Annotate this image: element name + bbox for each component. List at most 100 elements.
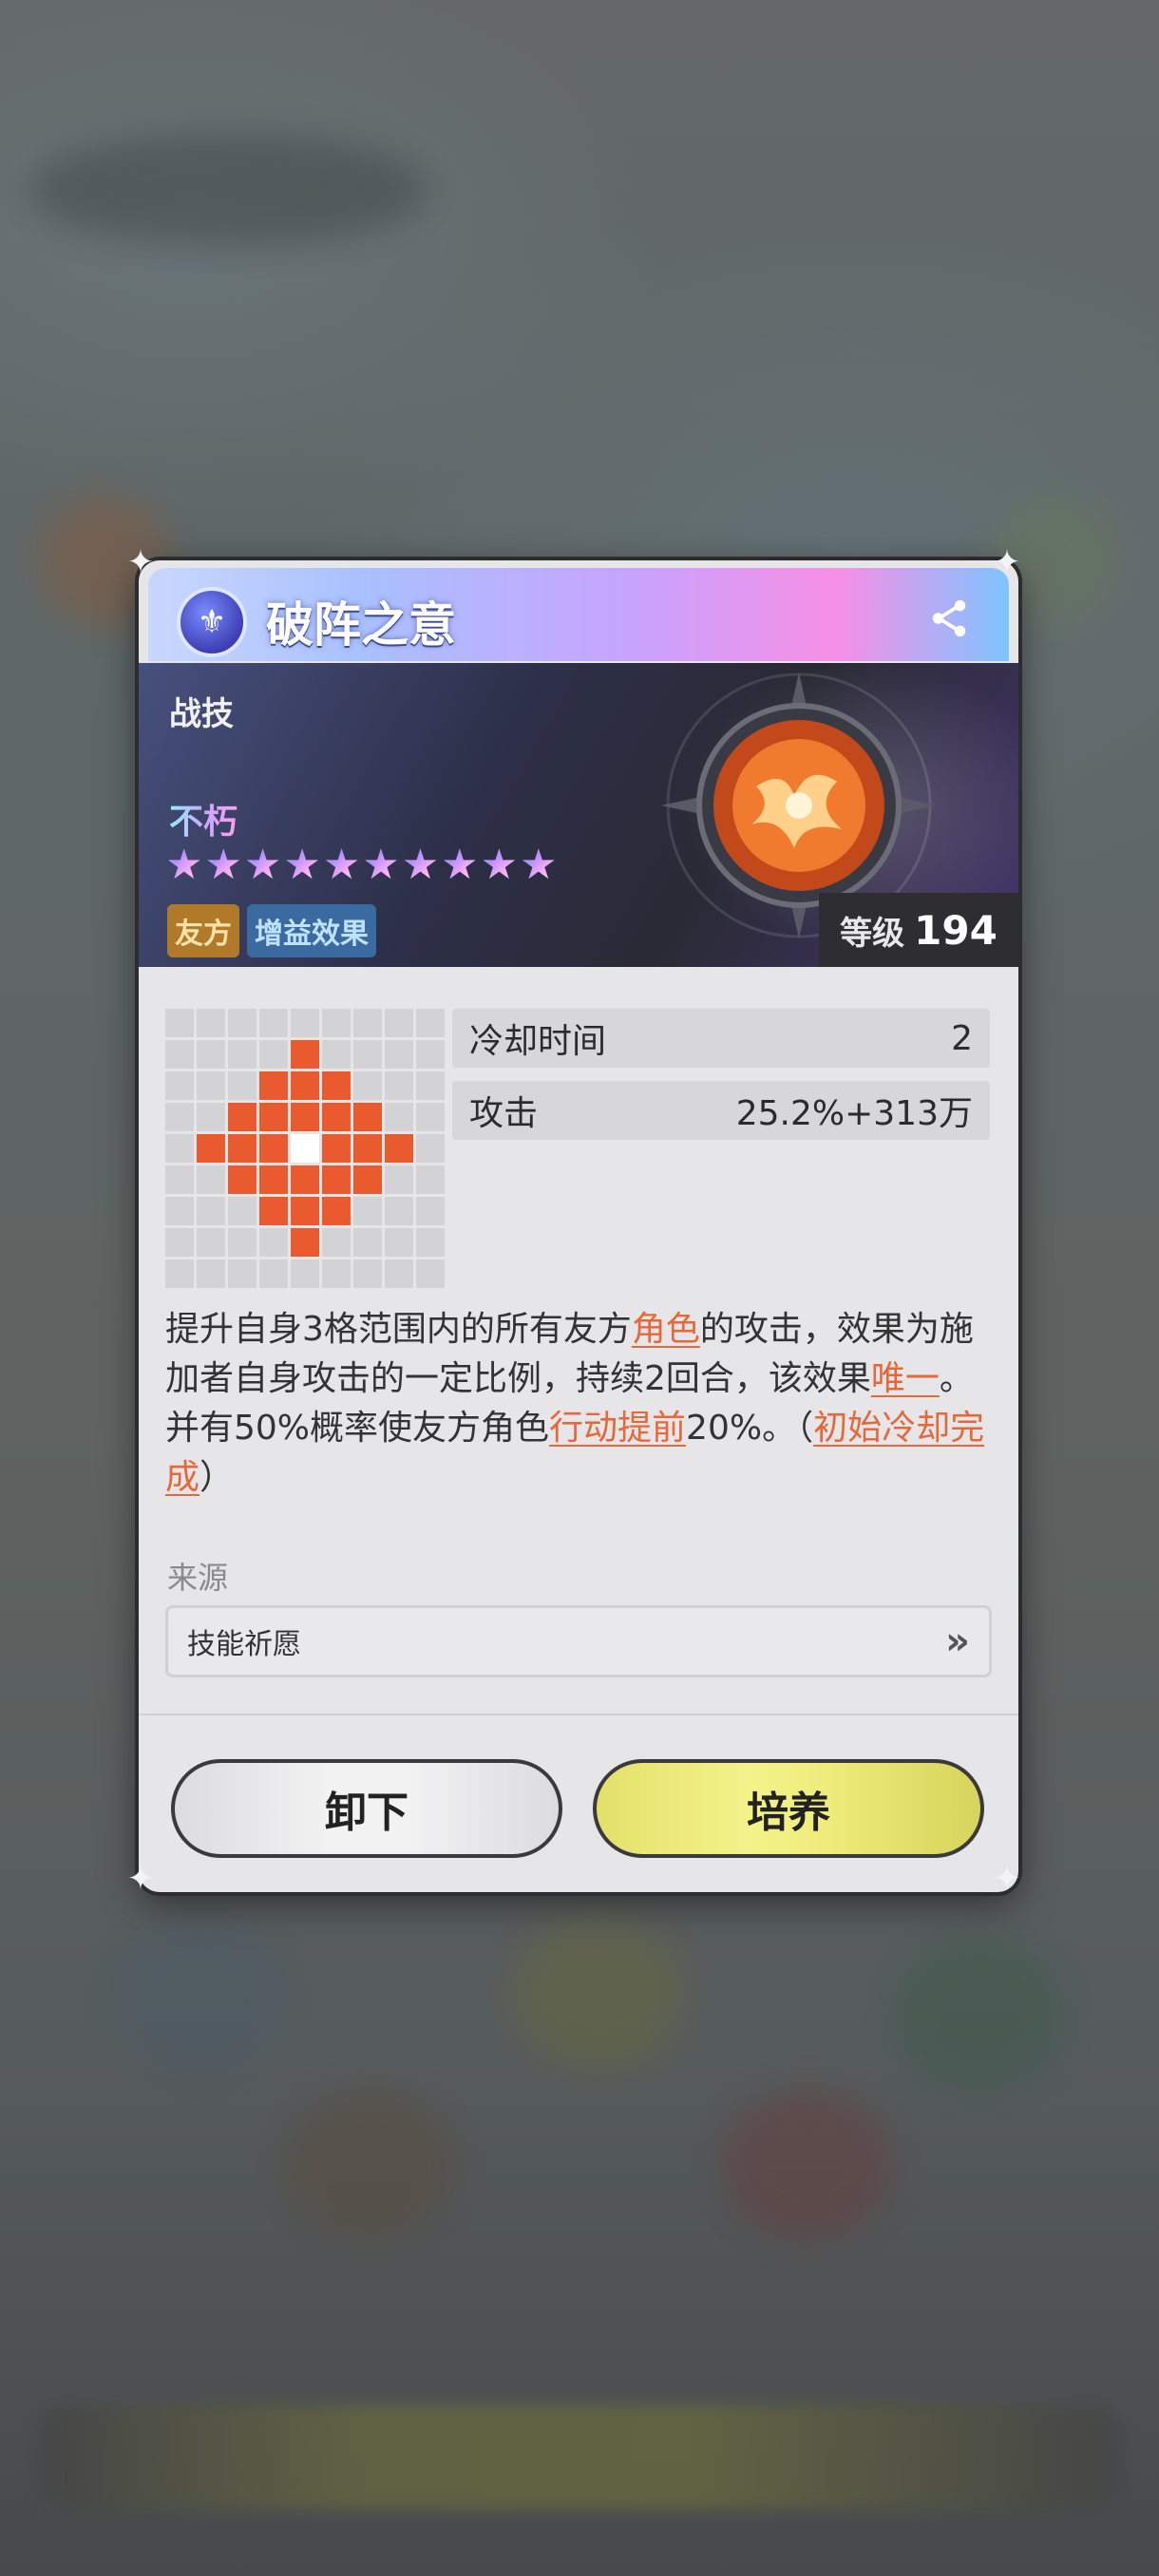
range-cell (259, 1228, 288, 1257)
range-cell (385, 1040, 413, 1069)
range-cell (165, 1071, 194, 1100)
star-icon: ★ (520, 841, 558, 889)
skill-header-panel: 战技 不朽 ★ ★ ★ ★ ★ ★ ★ ★ ★ ★ 友方 增益效果 等级 194 (139, 663, 1018, 967)
star-icon: ★ (401, 841, 440, 889)
range-cell (197, 1260, 225, 1288)
range-cell (322, 1260, 351, 1288)
range-cell-active (322, 1134, 351, 1163)
range-cell-active (291, 1103, 319, 1131)
range-cell-active (259, 1165, 288, 1194)
star-icon: ★ (441, 841, 479, 889)
train-button[interactable]: 培养 (593, 1759, 984, 1858)
skill-description: 提升自身3格范围内的所有友方角色的攻击，效果为施加者自身攻击的一定比例，持续2回… (165, 1310, 985, 1497)
range-cell (322, 1228, 351, 1257)
range-cell (322, 1040, 351, 1069)
tag-buff: 增益效果 (247, 904, 376, 957)
range-cell-active (291, 1197, 319, 1225)
range-cell (385, 1165, 413, 1194)
source-entry[interactable]: 技能祈愿 » (165, 1605, 992, 1677)
range-cell-self (291, 1134, 319, 1163)
skill-rarity: 不朽 (169, 794, 238, 843)
skill-tags: 友方 增益效果 (167, 904, 376, 957)
corner-ornament-icon: ✦ (126, 543, 155, 581)
range-cell (416, 1165, 445, 1194)
range-cell-active (291, 1071, 319, 1100)
range-cell (228, 1071, 256, 1100)
divider (139, 1714, 1018, 1715)
range-cell (416, 1040, 445, 1069)
range-cell (259, 1040, 288, 1069)
source-label: 来源 (167, 1560, 229, 1596)
range-cell (291, 1260, 319, 1288)
range-cell (197, 1009, 225, 1037)
range-cell (228, 1228, 256, 1257)
range-cell (228, 1197, 256, 1225)
range-cell-active (228, 1165, 256, 1194)
range-cell-active (385, 1134, 413, 1163)
range-cell-active (322, 1103, 351, 1131)
range-cell-active (291, 1228, 319, 1257)
range-cell (165, 1040, 194, 1069)
range-cell (385, 1009, 413, 1037)
range-cell-active (353, 1103, 382, 1131)
range-cell (291, 1009, 319, 1037)
corner-ornament-icon: ✦ (126, 1860, 155, 1898)
range-cell (353, 1228, 382, 1257)
range-cell (416, 1134, 445, 1163)
skill-name: 破阵之意 (266, 597, 456, 653)
range-cell (353, 1040, 382, 1069)
range-cell (165, 1197, 194, 1225)
range-cell (197, 1197, 225, 1225)
star-icon: ★ (165, 841, 203, 889)
skill-type: 战技 (169, 695, 234, 733)
range-cell-active (228, 1103, 256, 1131)
range-cell (228, 1009, 256, 1037)
unequip-button[interactable]: 卸下 (171, 1759, 562, 1858)
range-cell (353, 1071, 382, 1100)
stat-label: 攻击 (469, 1094, 539, 1133)
tag-friendly: 友方 (167, 904, 239, 957)
range-cell (197, 1103, 225, 1131)
stat-label: 冷却时间 (469, 1022, 607, 1061)
stat-value: 25.2%+313万 (735, 1094, 973, 1133)
range-cell (416, 1197, 445, 1225)
range-cell (197, 1071, 225, 1100)
range-cell (353, 1260, 382, 1288)
range-cell-active (322, 1071, 351, 1100)
range-cell (353, 1197, 382, 1225)
skill-emblem-icon: ⚜ (177, 587, 247, 657)
level-display: 等级 194 (819, 893, 1018, 967)
range-cell (165, 1165, 194, 1194)
star-rating: ★ ★ ★ ★ ★ ★ ★ ★ ★ ★ (165, 843, 558, 887)
range-cell (197, 1040, 225, 1069)
source-item-label: 技能祈愿 (187, 1628, 301, 1661)
title-bar: ⚜ 破阵之意 (148, 568, 1009, 661)
stat-attack: 攻击 25.2%+313万 (452, 1081, 990, 1140)
keyword-link[interactable]: 行动提前 (549, 1409, 686, 1448)
range-cell (322, 1009, 351, 1037)
range-cell-active (197, 1134, 225, 1163)
range-cell (197, 1165, 225, 1194)
keyword-link[interactable]: 角色 (632, 1310, 700, 1349)
range-cell (416, 1103, 445, 1131)
keyword-link[interactable]: 唯一 (871, 1359, 940, 1398)
star-icon: ★ (243, 841, 282, 889)
range-cell-active (259, 1103, 288, 1131)
range-cell (228, 1040, 256, 1069)
range-cell (416, 1009, 445, 1037)
star-icon: ★ (204, 841, 242, 889)
range-grid (165, 1009, 445, 1288)
range-cell (259, 1260, 288, 1288)
range-cell-active (259, 1071, 288, 1100)
star-icon: ★ (480, 841, 519, 889)
range-cell (385, 1103, 413, 1131)
range-cell-active (353, 1165, 382, 1194)
range-cell-active (322, 1197, 351, 1225)
range-cell (353, 1009, 382, 1037)
skill-detail-dialog: ⚜ 破阵之意 战技 不朽 ★★★★★★★★★★ 友方 增益效果 (139, 560, 1018, 1892)
range-cell (165, 1260, 194, 1288)
range-cell (416, 1260, 445, 1288)
range-cell (385, 1260, 413, 1288)
range-cell (259, 1009, 288, 1037)
share-icon[interactable] (927, 597, 971, 640)
